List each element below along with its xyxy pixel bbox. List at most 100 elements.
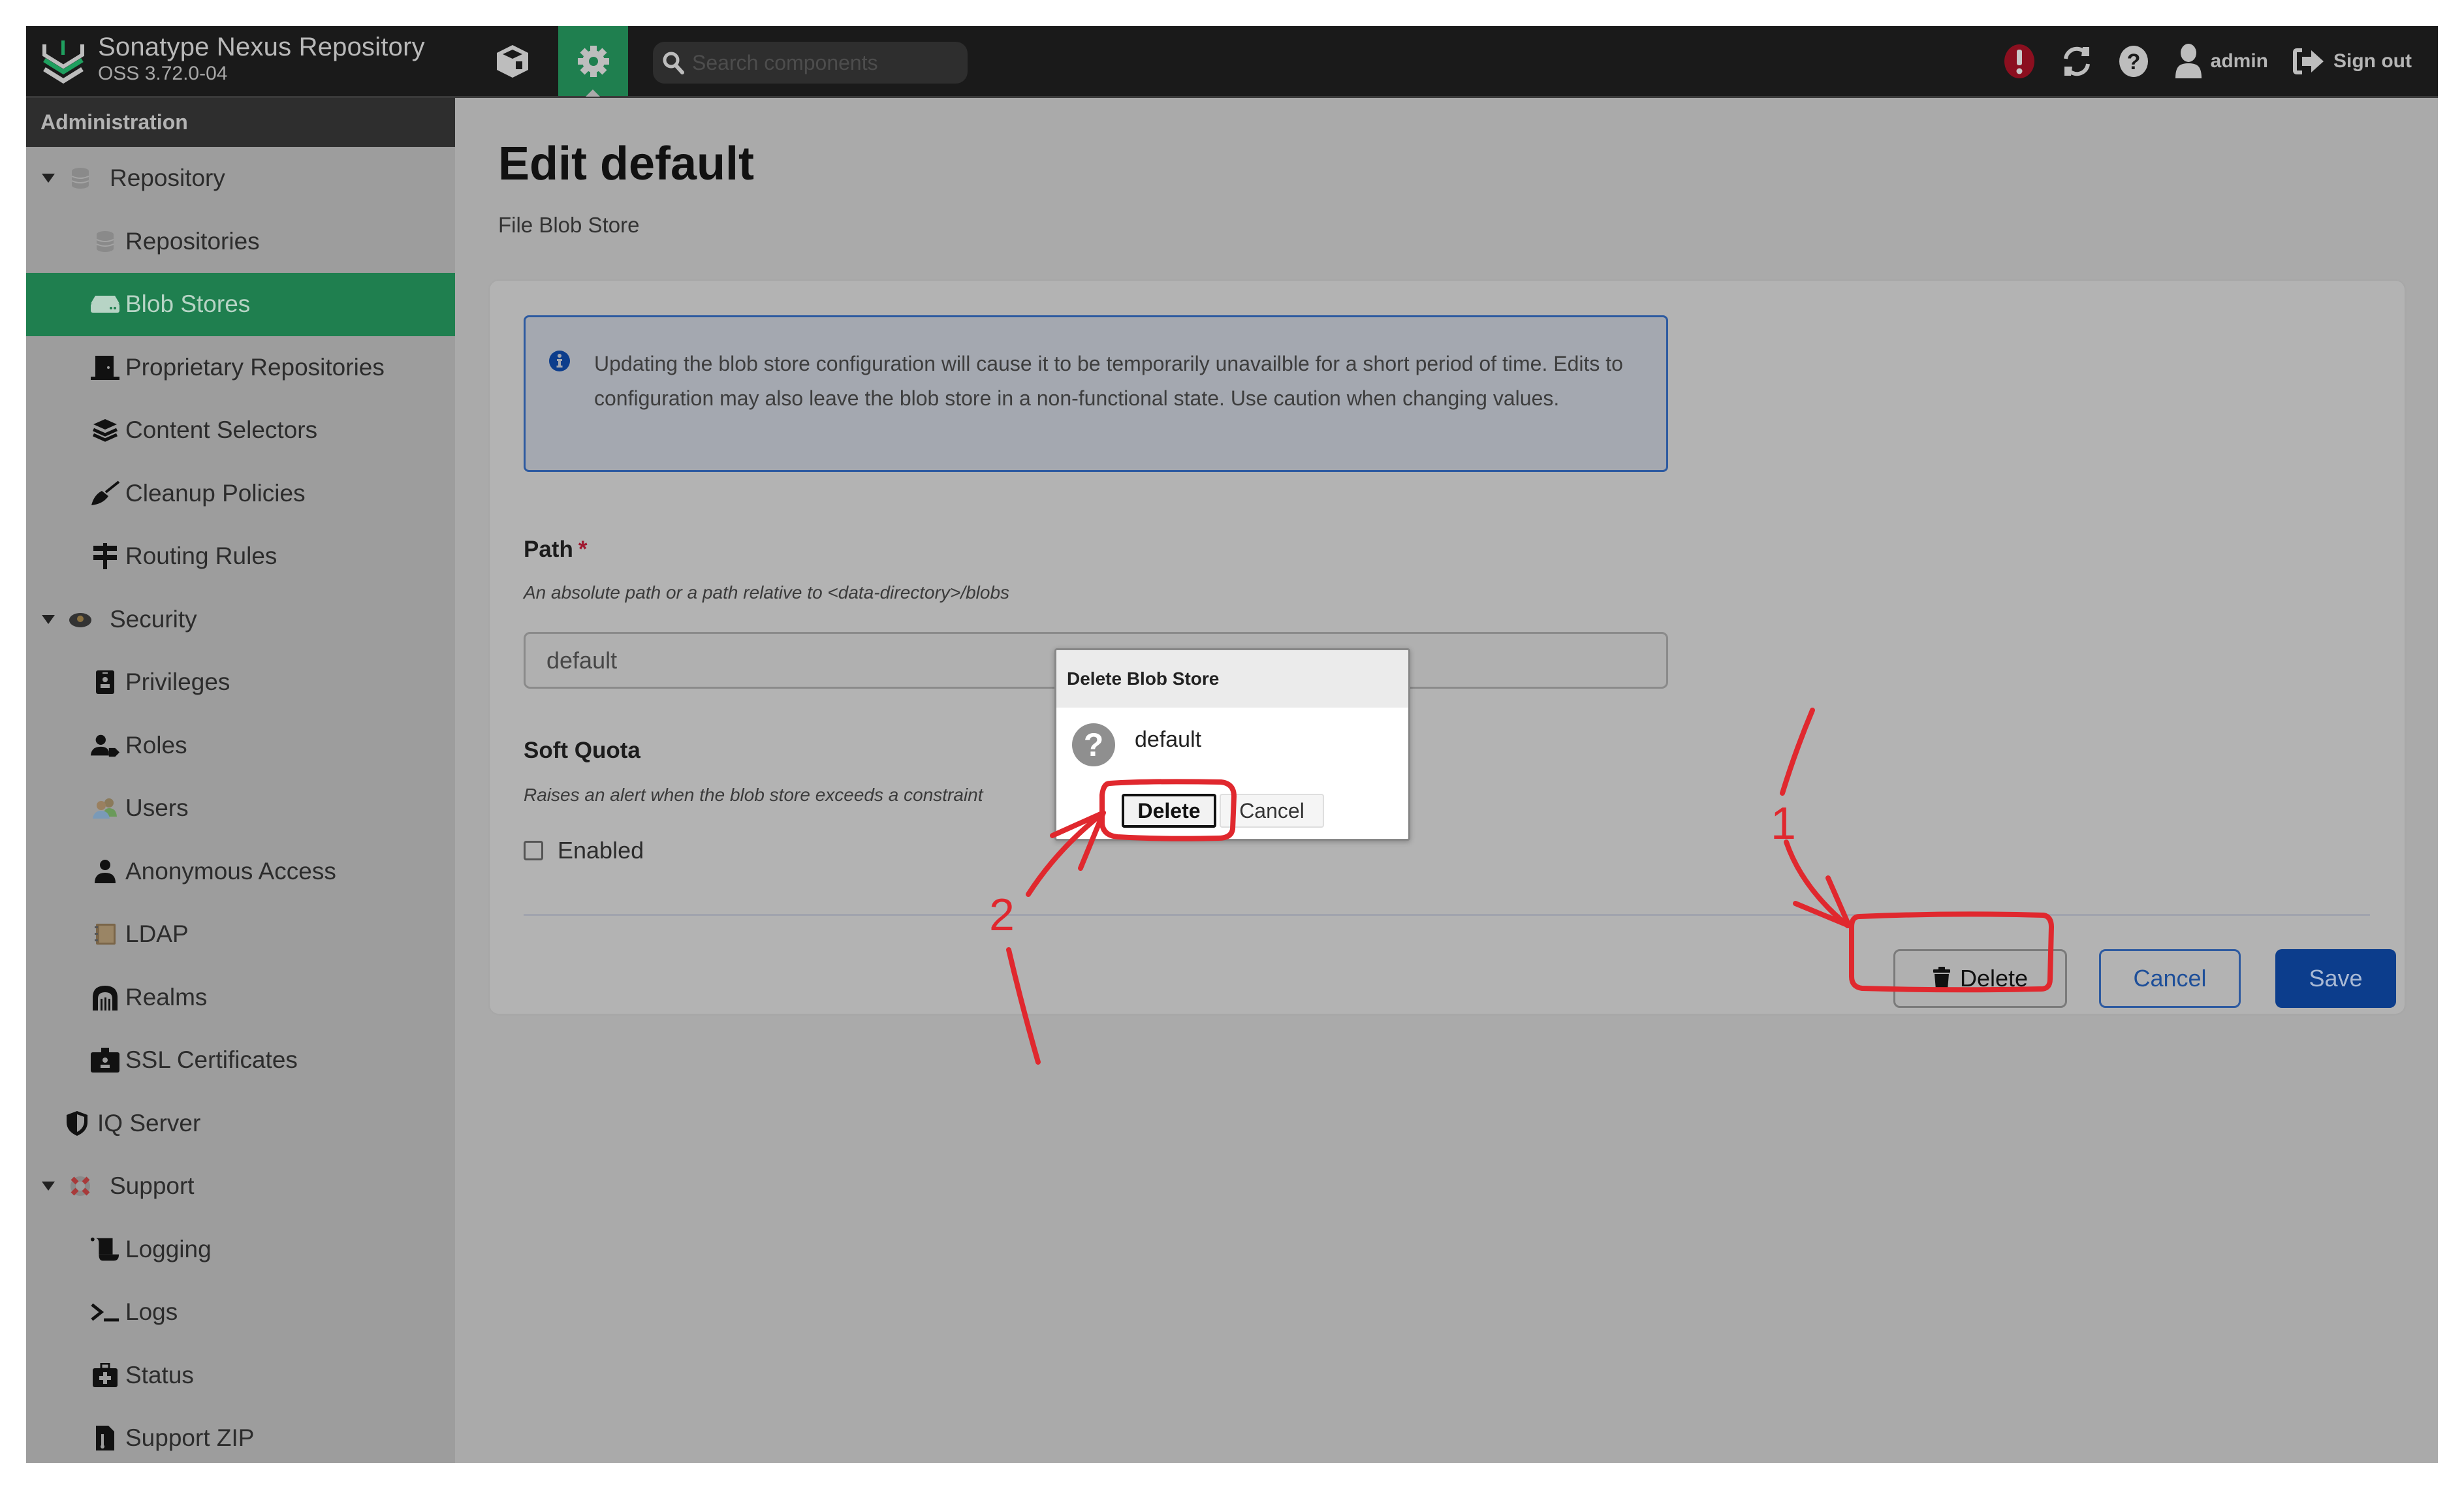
sidebar-item-ssl-certificates[interactable]: SSL Certificates	[26, 1029, 455, 1092]
required-marker: *	[578, 537, 588, 562]
address-book-icon	[90, 921, 120, 947]
door-icon	[90, 354, 120, 381]
user-icon	[2175, 43, 2202, 78]
info-message: Updating the blob store configuration wi…	[594, 352, 1623, 410]
sidebar-item-repositories[interactable]: Repositories	[26, 210, 455, 274]
sidebar-item-repository[interactable]: Repository	[26, 147, 455, 210]
dialog-cancel-button[interactable]: Cancel	[1220, 794, 1324, 828]
administration-button[interactable]	[558, 26, 628, 97]
user-menu[interactable]: admin	[2174, 43, 2268, 80]
sidebar-item-logging[interactable]: Logging	[26, 1218, 455, 1281]
sidebar-item-label: Blob Stores	[125, 290, 251, 318]
sidebar-item-label: Roles	[125, 731, 187, 759]
svg-text:?: ?	[2126, 50, 2140, 74]
sidebar-item-roles[interactable]: Roles	[26, 714, 455, 777]
delete-blob-store-dialog: Delete Blob Store ? default Delete Cance…	[1054, 648, 1410, 841]
refresh-icon	[2063, 46, 2090, 76]
sidebar-item-status[interactable]: Status	[26, 1344, 455, 1407]
sidebar-item-label: Realms	[125, 983, 208, 1011]
user-name: admin	[2210, 50, 2269, 72]
path-label-text: Path	[524, 537, 573, 562]
sidebar-item-privileges[interactable]: Privileges	[26, 651, 455, 714]
broom-icon	[90, 480, 120, 507]
expand-caret-icon[interactable]	[42, 1182, 55, 1191]
refresh-button[interactable]	[2061, 43, 2093, 80]
sidebar-item-label: Status	[125, 1361, 194, 1388]
sidebar-item-realms[interactable]: Realms	[26, 966, 455, 1029]
soft-quota-enabled[interactable]: Enabled	[524, 837, 644, 864]
help-icon: ?	[2119, 45, 2148, 77]
form-divider	[524, 914, 2370, 916]
sidebar-item-label: LDAP	[125, 920, 189, 948]
question-icon: ?	[1072, 723, 1115, 766]
user-tag-icon	[90, 732, 120, 759]
path-help: An absolute path or a path relative to <…	[524, 582, 1010, 603]
sidebar-item-label: Privileges	[125, 668, 230, 696]
active-indicator	[586, 89, 600, 97]
sonatype-logo-icon	[42, 40, 84, 84]
help-button[interactable]: ?	[2118, 44, 2149, 78]
sidebar-item-label: SSL Certificates	[125, 1046, 298, 1074]
soft-quota-checkbox[interactable]	[524, 841, 543, 860]
sign-out-label: Sign out	[2333, 50, 2412, 72]
sidebar-item-label: IQ Server	[97, 1109, 201, 1136]
sidebar-item-proprietary-repositories[interactable]: Proprietary Repositories	[26, 336, 455, 400]
info-alert: Updating the blob store configuration wi…	[524, 315, 1668, 472]
sidebar-item-cleanup-policies[interactable]: Cleanup Policies	[26, 462, 455, 525]
page-subtitle: File Blob Store	[498, 213, 640, 237]
delete-button[interactable]: Delete	[1893, 949, 2067, 1008]
sidebar-item-label: Support	[110, 1172, 195, 1200]
expand-caret-icon[interactable]	[42, 174, 55, 183]
sidebar-item-iq-server[interactable]: IQ Server	[26, 1092, 455, 1155]
sidebar-nav: Repository Repositories Blob Stores Proprie…	[26, 147, 455, 1463]
dialog-body: ? default Delete Cancel	[1056, 708, 1408, 838]
expand-caret-icon[interactable]	[42, 614, 55, 624]
database-icon	[65, 165, 95, 191]
lifebuoy-icon	[65, 1173, 95, 1199]
sidebar-item-label: Repository	[110, 165, 225, 192]
top-bar: Sonatype Nexus Repository OSS 3.72.0-04	[26, 26, 2438, 98]
sidebar-item-routing-rules[interactable]: Routing Rules	[26, 525, 455, 588]
sidebar-item-label: Security	[110, 605, 197, 633]
dialog-message: default	[1135, 727, 1202, 752]
security-icon	[65, 606, 95, 633]
soft-quota-checkbox-label: Enabled	[558, 837, 644, 864]
id-badge-icon	[90, 669, 120, 695]
scroll-icon	[90, 1236, 120, 1262]
admin-sidebar: Administration Repository Repositories Blo…	[26, 98, 455, 1463]
search-box[interactable]	[653, 42, 968, 84]
sidebar-item-blob-stores[interactable]: Blob Stores	[26, 273, 455, 336]
users-icon	[90, 795, 120, 821]
sidebar-item-anonymous-access[interactable]: Anonymous Access	[26, 840, 455, 903]
dialog-delete-button[interactable]: Delete	[1122, 794, 1216, 828]
cancel-button[interactable]: Cancel	[2099, 949, 2241, 1008]
sidebar-item-security[interactable]: Security	[26, 588, 455, 651]
system-alert-button[interactable]	[2003, 43, 2036, 80]
sidebar-item-support[interactable]: Support	[26, 1155, 455, 1218]
top-bar-actions: ? admin Sign out	[1978, 26, 2412, 96]
nexus-app: Sonatype Nexus Repository OSS 3.72.0-04	[26, 26, 2438, 1463]
sidebar-item-label: Anonymous Access	[125, 857, 336, 885]
brand-version: OSS 3.72.0-04	[98, 63, 228, 84]
file-zip-icon	[90, 1425, 120, 1451]
dialog-title: Delete Blob Store	[1056, 650, 1408, 708]
delete-button-label: Delete	[1959, 965, 2029, 992]
sidebar-item-content-selectors[interactable]: Content Selectors	[26, 399, 455, 462]
trash-icon	[1933, 967, 1950, 990]
sidebar-item-label: Proprietary Repositories	[125, 353, 385, 381]
sidebar-item-ldap[interactable]: LDAP	[26, 903, 455, 966]
save-button[interactable]: Save	[2275, 949, 2396, 1008]
sidebar-item-logs[interactable]: Logs	[26, 1281, 455, 1344]
database-icon	[90, 228, 120, 255]
search-input[interactable]	[691, 50, 955, 76]
blob-store-form: Updating the blob store configuration wi…	[490, 281, 2405, 1014]
sidebar-item-label: Logs	[125, 1298, 178, 1326]
sidebar-item-support-zip[interactable]: Support ZIP	[26, 1407, 455, 1463]
hdd-icon	[90, 291, 120, 317]
sidebar-item-users[interactable]: Users	[26, 777, 455, 840]
sign-out-button[interactable]: Sign out	[2293, 48, 2412, 75]
info-icon	[549, 351, 570, 371]
sign-out-icon	[2293, 48, 2324, 74]
browse-button[interactable]	[490, 38, 535, 85]
brand-title: Sonatype Nexus Repository	[98, 33, 425, 61]
